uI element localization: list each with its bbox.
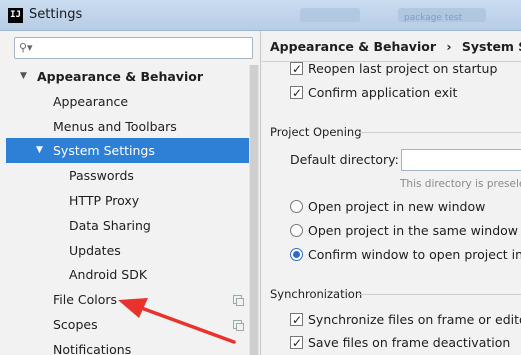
sidebar-item-system-settings[interactable]: ▼ System Settings (6, 138, 249, 164)
radio-open-new-window[interactable]: Open project in new window (290, 197, 485, 217)
sidebar-item-passwords[interactable]: Passwords (0, 163, 249, 188)
radio-label: Open project in new window (308, 199, 486, 214)
search-icon: ⚲▾ (19, 41, 33, 54)
sidebar-item-label: Updates (69, 242, 121, 258)
radio-circle (290, 248, 303, 261)
breadcrumb: Appearance & Behavior › System Settings (270, 39, 521, 54)
sidebar-item-label: Passwords (69, 168, 134, 184)
sidebar-item-label: File Colors (53, 292, 118, 308)
default-directory-label: Default directory: (290, 152, 399, 167)
checkbox-box (290, 59, 303, 79)
synchronization-divider (358, 294, 521, 295)
radio-label: Open project in the same window (308, 223, 519, 238)
sidebar-item-notifications[interactable]: Notifications (0, 337, 249, 355)
chevron-down-icon[interactable]: ▼ (20, 64, 27, 89)
sidebar-item-menus-and-toolbars[interactable]: Menus and Toolbars (0, 114, 249, 139)
checkbox-box (290, 333, 303, 353)
sidebar-item-label: Android SDK (69, 267, 148, 283)
background-tab-label: package test (404, 13, 463, 23)
sidebar-item-label: Appearance (53, 93, 129, 109)
sidebar-item-appearance-behavior[interactable]: ▼ Appearance & Behavior (0, 64, 249, 89)
settings-sidebar: ⚲▾ ▼ Appearance & Behavior Appearance Menus… (0, 31, 261, 355)
sidebar-item-file-colors[interactable]: File Colors (0, 287, 249, 312)
intellij-app-icon: IJ (8, 8, 23, 23)
settings-search-input[interactable]: ⚲▾ (14, 37, 253, 59)
checkbox-box (290, 310, 303, 330)
title-bar: IJ Settings package test (0, 0, 521, 31)
radio-circle (290, 200, 303, 213)
radio-open-same-window[interactable]: Open project in the same window (290, 221, 518, 241)
project-opening-title: Project Opening (270, 125, 362, 139)
confirm-exit-checkbox[interactable]: Confirm application exit (290, 83, 457, 103)
project-scope-icon (233, 295, 244, 307)
sidebar-item-appearance[interactable]: Appearance (0, 89, 249, 114)
sidebar-item-label: Appearance & Behavior (37, 69, 203, 84)
sidebar-item-label: System Settings (53, 143, 155, 159)
background-tab: package test (398, 8, 486, 23)
sidebar-item-label: Menus and Toolbars (53, 118, 177, 134)
radio-confirm-window[interactable]: Confirm window to open project in (290, 245, 521, 265)
reopen-last-project-checkbox[interactable]: Reopen last project on startup (290, 59, 497, 79)
chevron-down-icon[interactable]: ▼ (36, 138, 43, 163)
sidebar-item-scopes[interactable]: Scopes (0, 312, 249, 337)
sidebar-item-android-sdk[interactable]: Android SDK (0, 262, 249, 287)
synchronization-title: Synchronization (270, 287, 363, 301)
sidebar-item-updates[interactable]: Updates (0, 238, 249, 263)
sidebar-item-label: Data Sharing (69, 217, 151, 233)
window-title: Settings (29, 7, 83, 22)
checkbox-label: Confirm application exit (308, 85, 458, 100)
checkbox-label: Save files on frame deactivation (308, 335, 511, 350)
breadcrumb-separator: › (446, 39, 452, 54)
sidebar-item-label: HTTP Proxy (69, 193, 140, 208)
breadcrumb-current: System Settings (461, 39, 521, 54)
default-directory-hint: This directory is preselected in 'Open..… (400, 178, 521, 190)
sidebar-item-http-proxy[interactable]: HTTP Proxy (0, 188, 249, 213)
settings-content: Appearance & Behavior › System Settings … (262, 31, 521, 355)
sidebar-item-data-sharing[interactable]: Data Sharing (0, 213, 249, 238)
sync-files-checkbox[interactable]: Synchronize files on frame or editor tab… (290, 310, 521, 330)
sidebar-scrollbar[interactable] (249, 65, 259, 355)
background-window-strip (300, 8, 360, 22)
checkbox-box (290, 83, 303, 103)
save-files-checkbox[interactable]: Save files on frame deactivation (290, 333, 510, 353)
sidebar-item-label: Notifications (53, 341, 132, 355)
project-opening-divider (359, 132, 521, 133)
checkbox-label: Reopen last project on startup (308, 61, 498, 76)
default-directory-input[interactable] (401, 149, 521, 171)
breadcrumb-parent[interactable]: Appearance & Behavior (270, 39, 436, 54)
project-scope-icon (233, 320, 244, 331)
radio-circle (290, 224, 303, 237)
sidebar-scrollbar-thumb[interactable] (250, 65, 258, 355)
checkbox-label: Synchronize files on frame or editor tab… (308, 312, 521, 327)
radio-label: Confirm window to open project in (308, 247, 521, 262)
sidebar-item-label: Scopes (53, 317, 98, 332)
